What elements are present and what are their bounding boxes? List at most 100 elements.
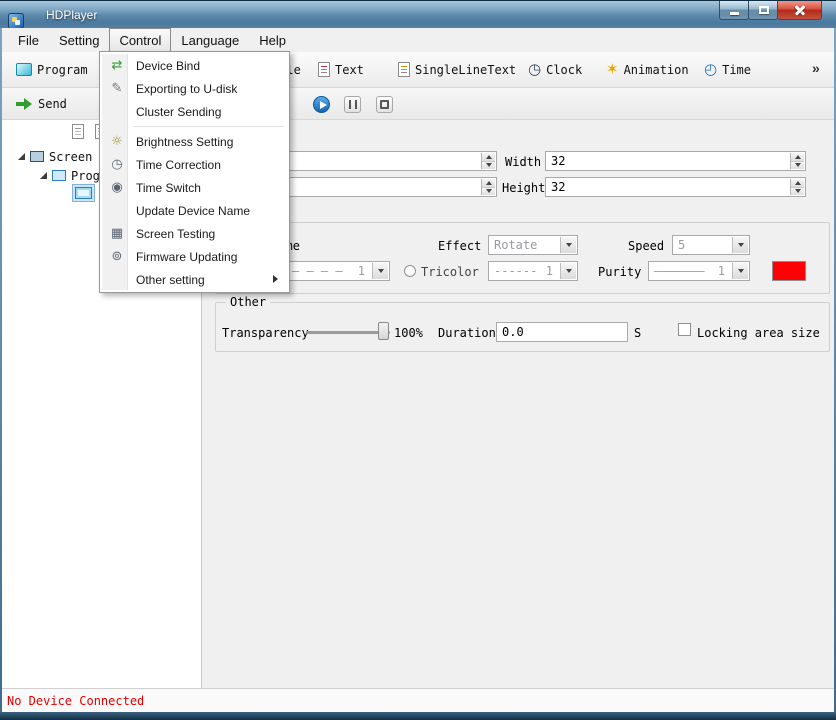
menubar: File Setting Control Language Help: [2, 28, 834, 52]
maximize-icon: [759, 6, 769, 14]
send-button-label: Send: [38, 97, 67, 111]
menu-item-label: Brightness Setting: [136, 135, 233, 149]
clock-icon: ◷: [528, 62, 541, 77]
height-label: Height: [502, 181, 545, 195]
toolbar-item-label: Time: [722, 63, 751, 77]
menu-item-label: Update Device Name: [136, 204, 250, 218]
menu-item-other-setting[interactable]: Other setting: [102, 268, 287, 291]
tree-tool-button-1[interactable]: [72, 124, 84, 144]
speed-dropdown[interactable]: 5: [672, 235, 750, 255]
tree-item-screen[interactable]: Screen: [18, 148, 92, 165]
play-button[interactable]: [313, 96, 330, 113]
tricolor-radio[interactable]: [404, 265, 416, 277]
menu-item-exporting-to-udisk[interactable]: ✎ Exporting to U-disk: [102, 77, 287, 100]
menu-control[interactable]: Control: [109, 28, 171, 52]
other-group-title: Other: [226, 295, 270, 309]
maximize-button[interactable]: [748, 1, 778, 20]
pause-button[interactable]: [344, 96, 361, 113]
frame-color-swatch[interactable]: [772, 261, 806, 281]
menu-item-screen-testing[interactable]: ▦ Screen Testing: [102, 222, 287, 245]
width-field[interactable]: 32: [545, 151, 806, 171]
frame-group: [215, 222, 830, 294]
dropdown-arrow-icon[interactable]: [560, 237, 576, 253]
menu-item-device-bind[interactable]: ⇄ Device Bind: [102, 54, 287, 77]
dropdown-arrow-icon[interactable]: [372, 263, 388, 279]
menu-item-label: Firmware Updating: [136, 250, 237, 264]
purity-line-style-dropdown[interactable]: ——————— 1: [648, 261, 750, 281]
transparency-value: 100%: [394, 326, 423, 340]
toolbar-item-program[interactable]: Program: [16, 52, 88, 87]
line-width-value: 1: [718, 264, 725, 278]
height-spinner[interactable]: [790, 179, 804, 195]
toolbar-item-animation[interactable]: ✶ Animation: [606, 52, 689, 87]
single-line-style-dropdown[interactable]: — — — — 1: [286, 261, 390, 281]
properties-panel: [202, 120, 834, 688]
window-title: HDPlayer: [46, 8, 97, 22]
dropdown-arrow-icon[interactable]: [560, 263, 576, 279]
menu-item-label: Exporting to U-disk: [136, 82, 237, 96]
purity-label: Purity: [598, 265, 641, 279]
dropdown-arrow-icon[interactable]: [732, 263, 748, 279]
menu-item-label: Time Switch: [136, 181, 201, 195]
locking-area-size-checkbox[interactable]: [678, 323, 691, 336]
expand-arrow-icon[interactable]: [18, 153, 25, 160]
height-value: 32: [551, 180, 565, 194]
tricolor-line-style-dropdown[interactable]: ------ 1: [488, 261, 578, 281]
menu-item-cluster-sending[interactable]: Cluster Sending: [102, 100, 287, 123]
menu-item-time-switch[interactable]: ◉ Time Switch: [102, 176, 287, 199]
toolbar-item-text[interactable]: Text: [318, 52, 364, 87]
program-icon: [16, 63, 32, 76]
send-button[interactable]: Send: [16, 88, 67, 119]
width-spinner[interactable]: [790, 153, 804, 169]
toolbar-item-clock[interactable]: ◷ Clock: [528, 52, 582, 87]
expand-arrow-icon[interactable]: [40, 172, 47, 179]
screen-testing-icon: ▦: [107, 227, 127, 240]
menu-item-label: Device Bind: [136, 59, 200, 73]
submenu-arrow-icon: [273, 275, 278, 283]
minimize-button[interactable]: [719, 1, 749, 20]
tree-item-label: Screen: [49, 150, 92, 164]
time-switch-icon: ◉: [107, 181, 127, 194]
program-node-icon: [52, 170, 66, 181]
speed-value: 5: [678, 238, 685, 252]
tree-item-area[interactable]: [72, 184, 95, 201]
minimize-icon: [730, 12, 739, 15]
toolbar-item-single-line-text[interactable]: SingleLineText: [398, 52, 516, 87]
duration-field[interactable]: 0.0: [496, 322, 628, 342]
close-button[interactable]: [777, 1, 822, 20]
transparency-slider-thumb[interactable]: [378, 322, 389, 340]
titlebar[interactable]: HDPlayer: [0, 0, 836, 28]
page-icon: [72, 124, 84, 139]
pause-icon: [349, 100, 357, 109]
selected-node-highlight: [72, 184, 95, 202]
time-icon: ◴: [704, 62, 717, 77]
stop-button[interactable]: [376, 96, 393, 113]
menu-item-brightness-setting[interactable]: ☼ Brightness Setting: [102, 130, 287, 153]
brightness-icon: ☼: [107, 135, 127, 148]
menu-item-update-device-name[interactable]: Update Device Name: [102, 199, 287, 222]
duration-label: Duration: [438, 326, 496, 340]
menu-item-time-correction[interactable]: ◷ Time Correction: [102, 153, 287, 176]
area-icon: [75, 187, 92, 199]
menu-file[interactable]: File: [8, 28, 49, 52]
line-pattern: ------: [494, 264, 537, 278]
animation-icon: ✶: [606, 62, 619, 77]
transparency-label: Transparency: [222, 326, 309, 340]
menu-help[interactable]: Help: [249, 28, 296, 52]
menu-setting[interactable]: Setting: [49, 28, 109, 52]
firmware-updating-icon: ⊚: [107, 250, 127, 263]
hdplayer-window: HDPlayer File Setting Control Language H…: [0, 0, 836, 720]
toolbar-overflow-chevron[interactable]: »: [812, 60, 820, 76]
toolbar-item-time[interactable]: ◴ Time: [704, 52, 751, 87]
toolbar-item-label: SingleLineText: [415, 63, 516, 77]
dropdown-arrow-icon[interactable]: [732, 237, 748, 253]
height-field[interactable]: 32: [545, 177, 806, 197]
x-spinner[interactable]: [481, 153, 495, 169]
menu-language[interactable]: Language: [171, 28, 249, 52]
speed-label: Speed: [628, 239, 664, 253]
time-correction-icon: ◷: [107, 158, 127, 171]
y-spinner[interactable]: [481, 179, 495, 195]
line-width-value: 1: [358, 264, 365, 278]
menu-item-firmware-updating[interactable]: ⊚ Firmware Updating: [102, 245, 287, 268]
effect-dropdown[interactable]: Rotate: [488, 235, 578, 255]
